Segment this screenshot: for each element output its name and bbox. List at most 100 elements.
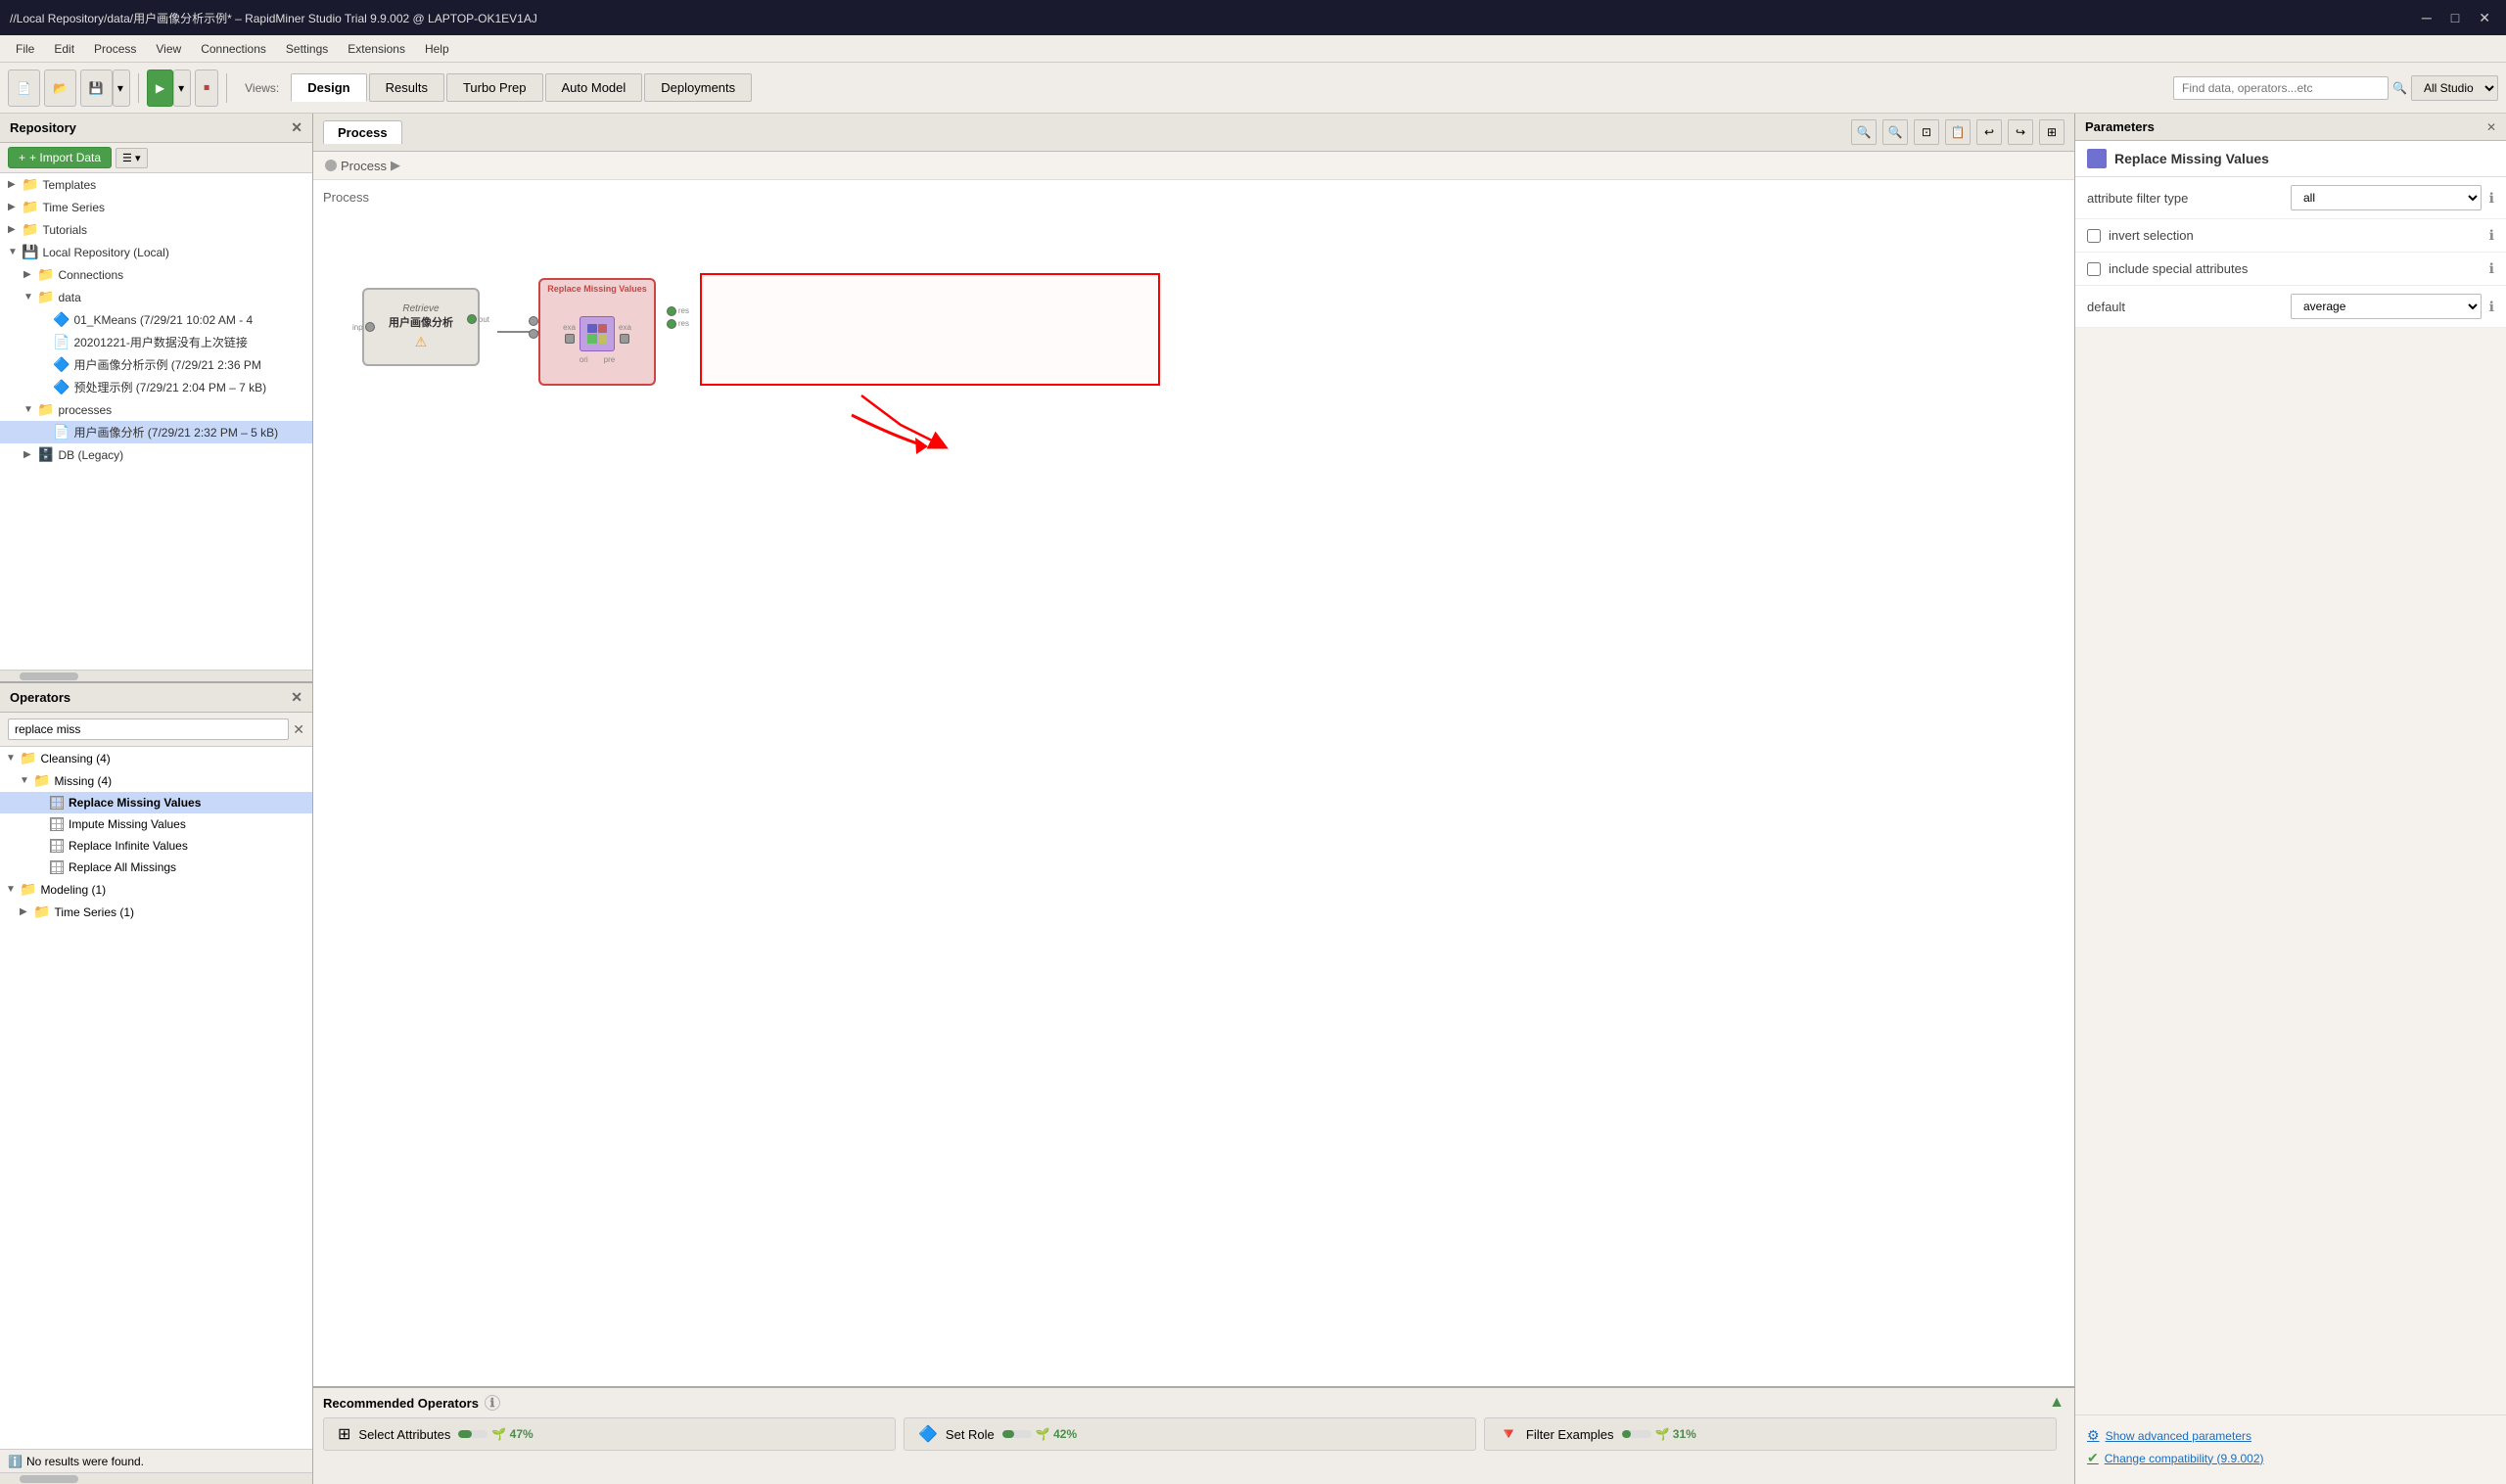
params-spacer — [2075, 328, 2506, 1414]
rec-op-select-attributes[interactable]: ⊞ Select Attributes 🌱 47% — [323, 1417, 896, 1451]
params-info-invert-selection[interactable]: ℹ — [2489, 227, 2494, 244]
tree-item-time-series[interactable]: ▶ 📁 Time Series — [0, 196, 312, 218]
tree-item-local-repo[interactable]: ▼ 💾 Local Repository (Local) — [0, 241, 312, 263]
tree-item-db[interactable]: ▶ 🗄️ DB (Legacy) — [0, 443, 312, 466]
rec-op-bar-2: 🌱 42% — [1002, 1427, 1077, 1441]
params-label-special-attrs: include special attributes — [2109, 261, 2482, 276]
zoom-in-button[interactable]: 🔍 — [1851, 119, 1877, 145]
params-info-special-attrs[interactable]: ℹ — [2489, 260, 2494, 277]
params-info-filter-type[interactable]: ℹ — [2489, 190, 2494, 207]
view-design[interactable]: Design — [291, 73, 366, 102]
run-button[interactable]: ▶ — [147, 70, 173, 107]
params-checkbox-special-attrs[interactable] — [2087, 262, 2101, 276]
tree-item-user-portrait[interactable]: ▶ 🔷 用户画像分析示例 (7/29/21 2:36 PM — [0, 353, 312, 376]
params-value-default: average minimum maximum zero none — [2291, 294, 2482, 319]
op-group-time-series[interactable]: ▶ 📁 Time Series (1) — [0, 901, 312, 923]
hscroll-thumb[interactable] — [20, 672, 78, 680]
search-scope-select[interactable]: All Studio — [2411, 75, 2498, 101]
view-auto-model[interactable]: Auto Model — [545, 73, 643, 102]
op-group-label: Modeling (1) — [40, 883, 106, 897]
port-node-left-1 — [529, 316, 538, 326]
retrieve-node[interactable]: inp Retrieve 用户画像分析 ⚠ out — [362, 288, 480, 366]
undo-button[interactable]: ↩ — [1976, 119, 2002, 145]
tree-item-tutorials[interactable]: ▶ 📁 Tutorials — [0, 218, 312, 241]
menu-process[interactable]: Process — [86, 40, 144, 58]
op-group-cleansing[interactable]: ▼ 📁 Cleansing (4) — [0, 747, 312, 769]
tree-item-data[interactable]: ▼ 📁 data — [0, 286, 312, 308]
menu-edit[interactable]: Edit — [46, 40, 82, 58]
import-data-button[interactable]: + + Import Data — [8, 147, 112, 168]
repo-hscrollbar[interactable] — [0, 670, 312, 681]
view-deployments[interactable]: Deployments — [644, 73, 752, 102]
view-turbo-prep[interactable]: Turbo Prep — [446, 73, 543, 102]
new-button[interactable]: 📄 — [8, 70, 40, 107]
operators-hscrollbar[interactable] — [0, 1472, 312, 1484]
tree-item-20201221[interactable]: ▶ 📄 20201221-用户数据没有上次链接 — [0, 331, 312, 353]
repository-close-button[interactable]: ✕ — [291, 119, 302, 136]
change-compatibility-link[interactable]: ✔ Change compatibility (9.9.002) — [2087, 1450, 2494, 1466]
layout-button[interactable]: ⊞ — [2039, 119, 2065, 145]
save-dropdown-button[interactable]: ▾ — [113, 70, 130, 107]
op-group-missing[interactable]: ▼ 📁 Missing (4) — [0, 769, 312, 792]
operators-search-input[interactable] — [8, 719, 289, 740]
rec-op-set-role[interactable]: 🔷 Set Role 🌱 42% — [904, 1417, 1476, 1451]
menu-connections[interactable]: Connections — [193, 40, 274, 58]
op-item-replace-infinite[interactable]: ▶ Replace Infinite Values — [0, 835, 312, 857]
menu-settings[interactable]: Settings — [278, 40, 336, 58]
params-checkbox-invert-selection[interactable] — [2087, 229, 2101, 243]
rec-ops-info-icon[interactable]: ℹ — [485, 1395, 500, 1411]
rec-op-filter-examples[interactable]: 🔻 Filter Examples 🌱 31% — [1484, 1417, 2057, 1451]
show-advanced-params-link[interactable]: ⚙ Show advanced parameters — [2087, 1427, 2494, 1444]
db-icon: 🗄️ — [37, 446, 54, 463]
repo-menu-button[interactable]: ☰ ▾ — [116, 148, 147, 168]
params-dropdown-default[interactable]: average minimum maximum zero none — [2291, 294, 2482, 319]
operators-status-bar: ℹ️ No results were found. — [0, 1449, 312, 1472]
fit-button[interactable]: ⊡ — [1914, 119, 1939, 145]
menu-help[interactable]: Help — [417, 40, 457, 58]
close-button[interactable]: ✕ — [2473, 8, 2496, 28]
process-canvas[interactable]: Process in — [313, 180, 2074, 1386]
menu-view[interactable]: View — [148, 40, 189, 58]
window-controls[interactable]: ─ □ ✕ — [2416, 8, 2496, 28]
ops-hscroll-thumb[interactable] — [20, 1475, 78, 1483]
minimize-button[interactable]: ─ — [2416, 8, 2437, 28]
params-op-icon — [2087, 149, 2107, 168]
tree-item-templates[interactable]: ▶ 📁 Templates — [0, 173, 312, 196]
op-item-replace-missing[interactable]: ▶ Replace Missing Values — [0, 792, 312, 813]
tree-item-processes[interactable]: ▼ 📁 processes — [0, 398, 312, 421]
stop-button[interactable]: ⏹ — [195, 70, 218, 107]
search-input[interactable] — [2173, 76, 2389, 100]
op-item-impute-missing[interactable]: ▶ Impute Missing Values — [0, 813, 312, 835]
maximize-button[interactable]: □ — [2445, 8, 2465, 28]
replace-missing-node[interactable]: Replace Missing Values exa — [538, 278, 656, 386]
op-item-replace-all-missings[interactable]: ▶ Replace All Missings — [0, 857, 312, 878]
open-button[interactable]: 📂 — [44, 70, 76, 107]
params-dropdown-filter-type[interactable]: all single subset regular expression — [2291, 185, 2482, 210]
tree-item-connections[interactable]: ▶ 📁 Connections — [0, 263, 312, 286]
parameters-close-button[interactable]: ✕ — [2486, 120, 2496, 134]
save-button[interactable]: 💾 — [80, 70, 113, 107]
rec-ops-collapse-button[interactable]: ▲ — [2049, 1394, 2065, 1412]
window-title: //Local Repository/data/用户画像分析示例* – Rapi… — [10, 10, 537, 26]
export-button[interactable]: 📋 — [1945, 119, 1971, 145]
rec-ops-items: ⊞ Select Attributes 🌱 47% 🔷 — [313, 1417, 2074, 1451]
op-group-modeling[interactable]: ▼ 📁 Modeling (1) — [0, 878, 312, 901]
views-group: Design Results Turbo Prep Auto Model Dep… — [291, 73, 752, 102]
zoom-out-button[interactable]: 🔍 — [1882, 119, 1908, 145]
view-results[interactable]: Results — [369, 73, 444, 102]
menu-file[interactable]: File — [8, 40, 42, 58]
tree-item-preprocess[interactable]: ▶ 🔷 预处理示例 (7/29/21 2:04 PM – 7 kB) — [0, 376, 312, 398]
operators-close-button[interactable]: ✕ — [291, 689, 302, 706]
repository-tree: ▶ 📁 Templates ▶ 📁 Time Series ▶ 📁 Tutori… — [0, 173, 312, 670]
port-res-label-2: res — [678, 319, 689, 328]
tree-item-user-analysis[interactable]: ▶ 📄 用户画像分析 (7/29/21 2:32 PM – 5 kB) — [0, 421, 312, 443]
menu-extensions[interactable]: Extensions — [340, 40, 413, 58]
pct-icon-1: 🌱 — [491, 1427, 506, 1441]
operators-search-clear-button[interactable]: ✕ — [293, 721, 304, 738]
run-dropdown-button[interactable]: ▾ — [173, 70, 191, 107]
process-tab[interactable]: Process — [323, 120, 402, 144]
rec-op-pct-1: 🌱 47% — [491, 1427, 533, 1441]
redo-button[interactable]: ↪ — [2008, 119, 2033, 145]
params-info-default[interactable]: ℹ — [2489, 299, 2494, 315]
tree-item-kmeans[interactable]: ▶ 🔷 01_KMeans (7/29/21 10:02 AM - 4 — [0, 308, 312, 331]
